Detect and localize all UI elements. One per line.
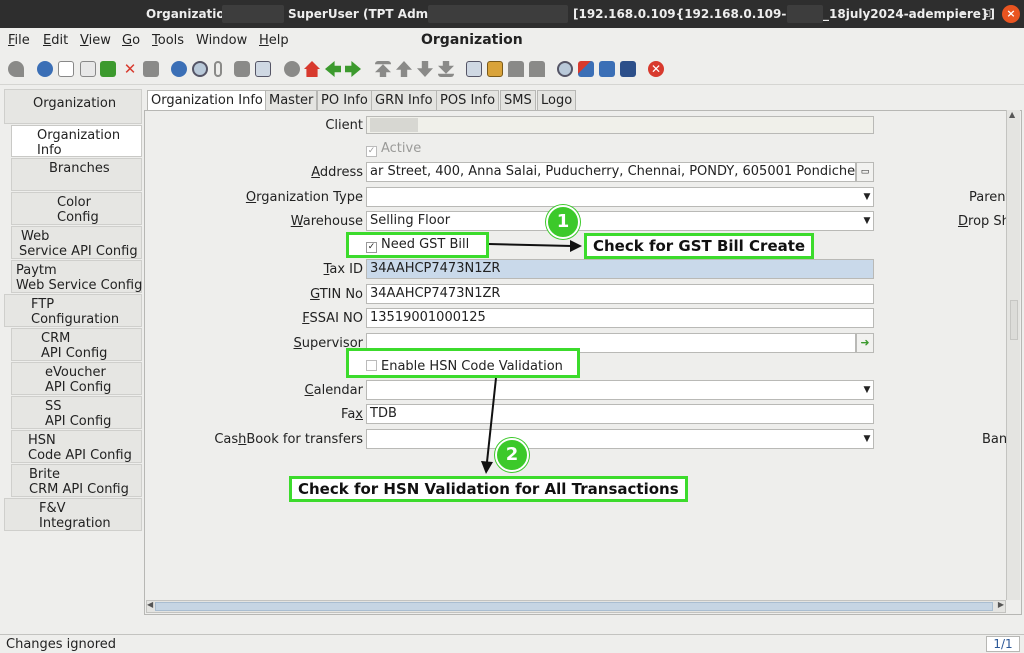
annotation-note-1: Check for GST Bill Create	[584, 233, 815, 259]
horizontal-scrollbar[interactable]: ◀ ▶	[146, 600, 1006, 613]
scroll-right-icon[interactable]: ▶	[998, 600, 1004, 609]
scroll-left-icon[interactable]: ◀	[147, 600, 153, 609]
status-text: Changes ignored	[6, 637, 117, 652]
annotation-badge-2: 2	[495, 438, 529, 472]
scroll-thumb[interactable]	[1010, 300, 1018, 340]
annotation-arrows	[481, 240, 582, 474]
arrow-head-2	[481, 461, 493, 474]
arrow-line-1	[488, 243, 573, 247]
status-bar: Changes ignored 1/1	[0, 634, 1024, 653]
scroll-up-icon[interactable]: ▲	[1009, 110, 1015, 119]
arrow-head-1	[570, 240, 582, 252]
scroll-thumb[interactable]	[155, 602, 993, 611]
annotation-badge-1: 1	[546, 205, 580, 239]
page-indicator[interactable]: 1/1	[986, 636, 1020, 652]
vertical-scrollbar[interactable]: ▲	[1006, 110, 1020, 600]
annotation-note-2: Check for HSN Validation for All Transac…	[289, 476, 688, 502]
